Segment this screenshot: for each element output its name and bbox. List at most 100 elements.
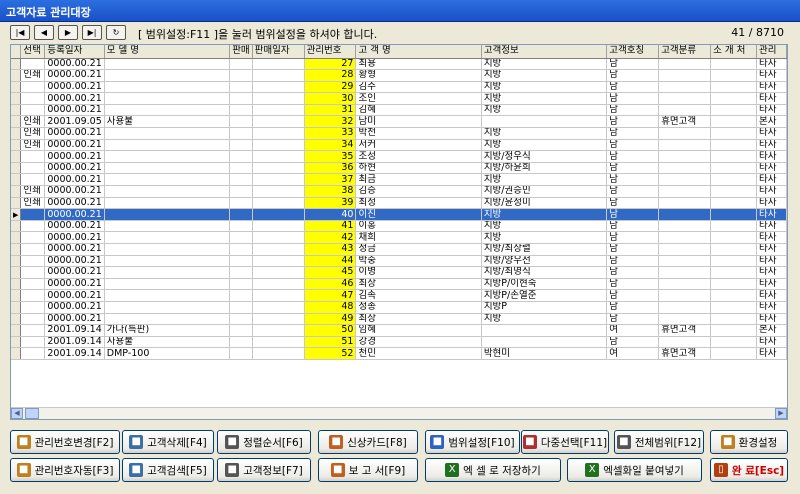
table-cell[interactable] [229, 255, 253, 268]
customer-grid[interactable]: 선택 등록일자 모 델 명 판매 판매일자 관리번호 고 객 명 고객정보 고객호칭 고객분류 소 … [10, 44, 788, 420]
table-cell[interactable]: 남 [606, 58, 660, 71]
table-row[interactable]: 0000.00.21 49 최상 지방 남 타사 [11, 313, 787, 326]
table-row[interactable]: 0000.00.21 44 박중 지방/양우선 남 타사 [11, 255, 787, 268]
table-cell[interactable] [252, 115, 305, 129]
prev-record-button[interactable] [34, 25, 54, 40]
row-pointer-icon[interactable]: ▶ [11, 208, 22, 221]
table-cell[interactable]: 정금 [355, 243, 482, 256]
table-cell[interactable] [252, 336, 305, 349]
table-cell[interactable]: 0000.00.21 [44, 104, 105, 117]
table-cell[interactable] [252, 324, 305, 337]
table-cell[interactable] [229, 185, 253, 198]
table-cell[interactable] [710, 220, 758, 233]
column-header[interactable]: 관리번호 [304, 45, 357, 59]
finish-button[interactable]: ▯ 완 료[Esc] [710, 458, 788, 482]
table-cell[interactable] [658, 173, 712, 187]
table-cell[interactable]: 이홍 [355, 220, 482, 233]
table-cell[interactable] [252, 289, 305, 302]
table-cell[interactable]: 인쇄 [20, 115, 46, 129]
table-cell[interactable] [252, 139, 305, 152]
table-cell[interactable]: 조인 [355, 92, 482, 105]
table-cell[interactable]: 최용 [355, 58, 482, 71]
table-cell[interactable] [104, 313, 231, 326]
table-cell[interactable] [252, 58, 305, 71]
table-cell[interactable] [710, 231, 758, 244]
table-cell[interactable]: 지방/양우선 [481, 255, 608, 268]
table-row[interactable]: 2001.09.14 가나(특판) 50 임혜 여 휴면고객 본사 [11, 324, 787, 337]
row-indicator[interactable] [11, 197, 22, 210]
table-cell[interactable] [710, 173, 758, 187]
table-cell[interactable] [229, 347, 253, 360]
column-header[interactable]: 모 델 명 [104, 45, 231, 59]
table-cell[interactable]: 0000.00.21 [44, 173, 105, 187]
table-cell[interactable] [104, 162, 231, 175]
table-cell[interactable] [20, 278, 46, 291]
table-cell[interactable] [252, 104, 305, 117]
table-cell[interactable]: 남 [606, 115, 660, 129]
table-cell[interactable] [104, 92, 231, 105]
table-row[interactable]: 인쇄 2001.09.05 사용불 32 남미 남 휴면고객 본사 [11, 115, 787, 129]
table-cell[interactable]: 지방 [481, 81, 608, 94]
table-cell[interactable] [710, 150, 758, 163]
table-cell[interactable]: 남 [606, 81, 660, 94]
table-cell[interactable]: 남 [606, 185, 660, 198]
table-cell[interactable] [20, 231, 46, 244]
table-cell[interactable] [104, 266, 231, 279]
table-cell[interactable] [229, 115, 253, 129]
table-cell[interactable] [710, 266, 758, 279]
table-cell[interactable]: 지방 [481, 58, 608, 71]
table-cell[interactable]: 타사 [756, 231, 787, 244]
table-cell[interactable] [229, 92, 253, 105]
row-indicator[interactable] [11, 185, 22, 198]
table-cell[interactable]: 2001.09.14 [44, 347, 105, 360]
table-cell[interactable] [229, 220, 253, 233]
table-cell[interactable] [710, 115, 758, 129]
table-cell[interactable]: 34 [304, 139, 357, 152]
table-cell[interactable] [252, 150, 305, 163]
table-cell[interactable]: 2001.09.14 [44, 336, 105, 349]
table-cell[interactable] [658, 197, 712, 210]
table-cell[interactable]: 타사 [756, 58, 787, 71]
table-cell[interactable]: 사용불 [104, 336, 231, 349]
table-cell[interactable]: 남 [606, 220, 660, 233]
table-cell[interactable]: 남 [606, 243, 660, 256]
table-cell[interactable] [229, 58, 253, 71]
table-cell[interactable]: 지방 [481, 104, 608, 117]
table-cell[interactable]: 타사 [756, 266, 787, 279]
table-cell[interactable]: 지방 [481, 220, 608, 233]
table-cell[interactable]: 타사 [756, 69, 787, 82]
table-cell[interactable]: 0000.00.21 [44, 289, 105, 302]
table-cell[interactable] [710, 58, 758, 71]
table-cell[interactable] [710, 69, 758, 82]
table-cell[interactable]: 최금 [355, 173, 482, 187]
paste-excel-button[interactable]: X 엑셀화일 붙여넣기 [567, 458, 702, 482]
table-cell[interactable]: 28 [304, 69, 357, 82]
table-cell[interactable] [710, 162, 758, 175]
table-cell[interactable] [229, 173, 253, 187]
table-cell[interactable]: 타사 [756, 243, 787, 256]
table-cell[interactable] [104, 139, 231, 152]
table-cell[interactable] [229, 150, 253, 163]
table-cell[interactable] [481, 336, 608, 349]
table-cell[interactable]: 0000.00.21 [44, 208, 105, 221]
table-cell[interactable]: 임혜 [355, 324, 482, 337]
table-cell[interactable] [104, 185, 231, 198]
table-cell[interactable] [20, 347, 46, 360]
table-cell[interactable] [20, 289, 46, 302]
table-cell[interactable]: 남 [606, 278, 660, 291]
table-cell[interactable] [20, 301, 46, 314]
table-cell[interactable]: 최상 [355, 278, 482, 291]
table-cell[interactable] [252, 243, 305, 256]
table-cell[interactable] [252, 69, 305, 82]
table-cell[interactable] [229, 81, 253, 94]
row-indicator[interactable] [11, 127, 22, 140]
table-cell[interactable]: 48 [304, 301, 357, 314]
table-cell[interactable]: 타사 [756, 197, 787, 210]
table-cell[interactable]: 52 [304, 347, 357, 360]
table-cell[interactable] [20, 336, 46, 349]
table-row[interactable]: 0000.00.21 47 김속 지방P/손열준 남 타사 [11, 289, 787, 302]
table-cell[interactable]: 46 [304, 278, 357, 291]
table-cell[interactable]: 인쇄 [20, 69, 46, 82]
table-cell[interactable]: 0000.00.21 [44, 278, 105, 291]
row-indicator[interactable] [11, 324, 22, 337]
